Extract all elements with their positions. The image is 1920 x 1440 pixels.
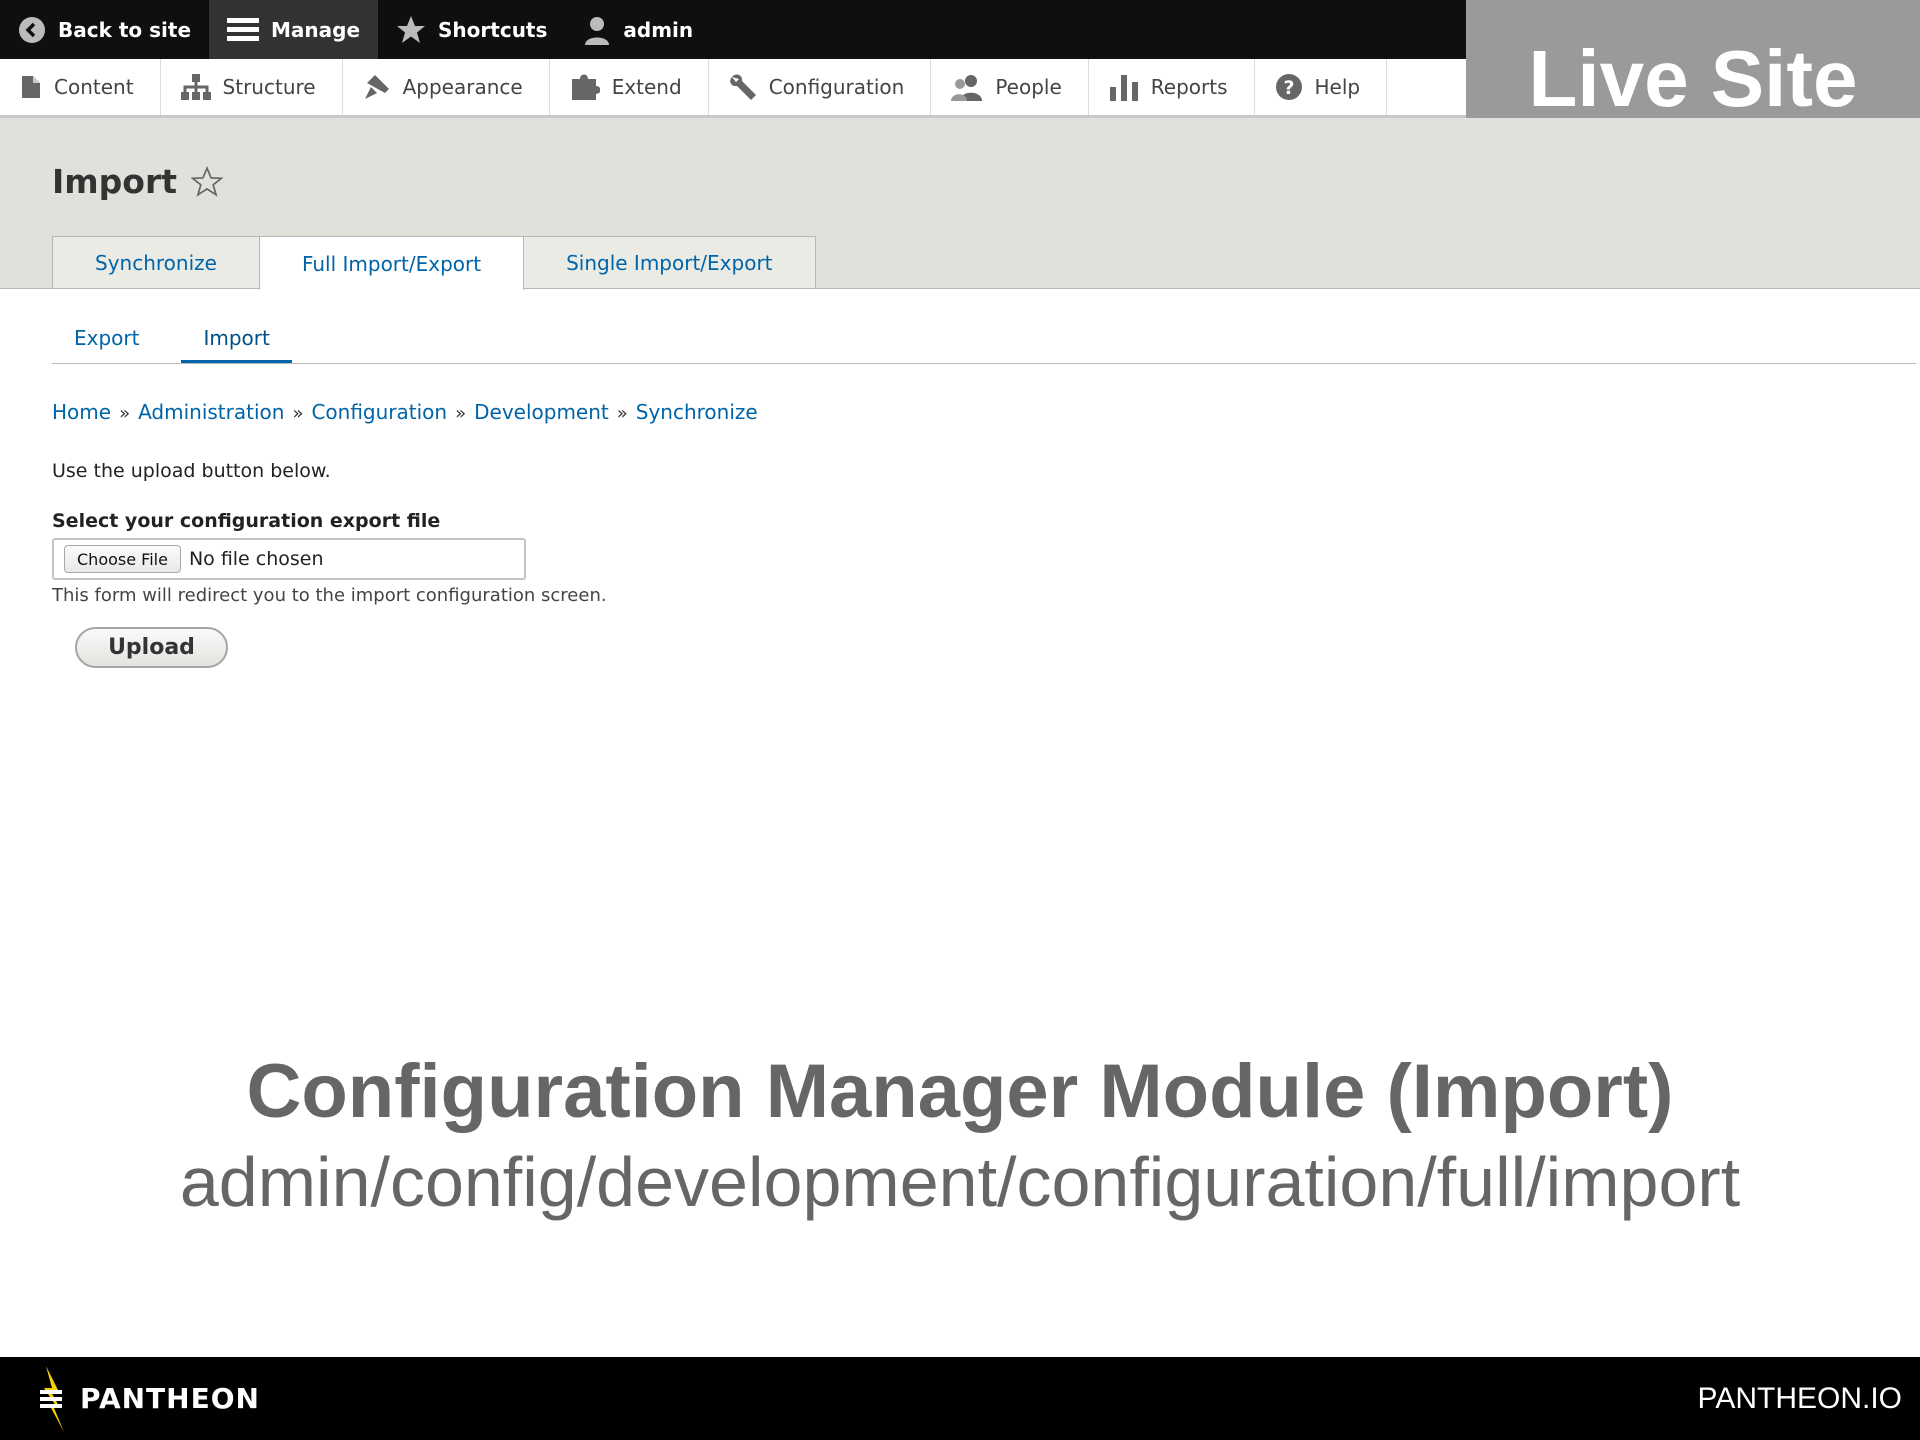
breadcrumb-administration[interactable]: Administration bbox=[138, 400, 284, 424]
star-icon bbox=[397, 15, 426, 43]
page-title: Import bbox=[52, 162, 224, 201]
structure-icon bbox=[180, 74, 211, 100]
back-to-site-label: Back to site bbox=[58, 17, 192, 42]
tray-label-structure: Structure bbox=[222, 75, 316, 99]
no-file-chosen-text: No file chosen bbox=[188, 548, 324, 570]
footer-url[interactable]: PANTHEON.IO bbox=[1698, 1357, 1902, 1440]
brush-icon bbox=[364, 75, 389, 99]
page-title-text: Import bbox=[52, 162, 178, 201]
breadcrumb-separator: » bbox=[292, 403, 304, 424]
svg-text:?: ? bbox=[1283, 77, 1294, 99]
bar-chart-icon bbox=[1109, 75, 1138, 101]
page-icon bbox=[22, 76, 40, 98]
tray-label-extend: Extend bbox=[611, 75, 682, 99]
tray-item-extend[interactable]: Extend bbox=[550, 59, 709, 115]
wrench-icon bbox=[729, 74, 756, 100]
user-tab[interactable]: admin bbox=[565, 0, 711, 59]
tab-export[interactable]: Export bbox=[52, 320, 161, 363]
brand-name: PANTHEON bbox=[80, 1382, 260, 1415]
field-help-text: This form will redirect you to the impor… bbox=[52, 585, 607, 606]
pantheon-logo: PANTHEON bbox=[38, 1357, 260, 1440]
primary-tabs: Synchronize Full Import/Export Single Im… bbox=[52, 236, 816, 290]
shortcut-star-icon[interactable] bbox=[191, 165, 224, 198]
tray-item-reports[interactable]: Reports bbox=[1089, 59, 1255, 115]
admin-tray: Content Structure Appearance Extend Conf… bbox=[0, 59, 1466, 118]
back-to-site-link[interactable]: Back to site bbox=[0, 0, 209, 59]
shortcuts-label: Shortcuts bbox=[438, 17, 548, 42]
tray-item-content[interactable]: Content bbox=[0, 59, 161, 115]
tray-item-appearance[interactable]: Appearance bbox=[343, 59, 550, 115]
tray-item-help[interactable]: ? Help bbox=[1255, 59, 1388, 115]
menu-icon bbox=[227, 17, 260, 41]
manage-label: Manage bbox=[271, 17, 361, 42]
tray-label-configuration: Configuration bbox=[768, 75, 905, 99]
tray-label-content: Content bbox=[54, 75, 134, 99]
file-upload-input[interactable]: Choose File No file chosen bbox=[52, 538, 526, 580]
manage-tab[interactable]: Manage bbox=[209, 0, 379, 59]
people-icon bbox=[951, 75, 983, 101]
secondary-tabs: Export Import bbox=[52, 320, 1916, 364]
tab-single-import-export[interactable]: Single Import/Export bbox=[523, 236, 816, 288]
tray-label-appearance: Appearance bbox=[402, 75, 523, 99]
slide-caption-path: admin/config/development/configuration/f… bbox=[179, 1143, 1741, 1221]
admin-toolbar: Back to site Manage Shortcuts admin bbox=[0, 0, 1466, 59]
page-header: Import Synchronize Full Import/Export Si… bbox=[0, 118, 1920, 290]
breadcrumb-separator: » bbox=[616, 403, 628, 424]
tab-synchronize[interactable]: Synchronize bbox=[52, 236, 260, 288]
tray-item-configuration[interactable]: Configuration bbox=[709, 59, 932, 115]
tray-item-people[interactable]: People bbox=[931, 59, 1089, 115]
breadcrumb-synchronize[interactable]: Synchronize bbox=[636, 400, 758, 424]
breadcrumb: Home » Administration » Configuration » Develo… bbox=[52, 400, 758, 424]
tray-item-structure[interactable]: Structure bbox=[161, 59, 343, 115]
tray-label-help: Help bbox=[1314, 75, 1361, 99]
user-label: admin bbox=[623, 17, 694, 42]
breadcrumb-separator: » bbox=[119, 403, 131, 424]
user-icon bbox=[585, 16, 610, 45]
choose-file-button[interactable]: Choose File bbox=[64, 545, 181, 573]
shortcuts-tab[interactable]: Shortcuts bbox=[378, 0, 565, 59]
tab-import[interactable]: Import bbox=[181, 320, 292, 363]
back-arrow-icon bbox=[19, 16, 45, 43]
help-icon: ? bbox=[1275, 74, 1302, 100]
breadcrumb-home[interactable]: Home bbox=[52, 400, 111, 424]
upload-button[interactable]: Upload bbox=[75, 627, 228, 668]
breadcrumb-configuration[interactable]: Configuration bbox=[311, 400, 447, 424]
file-field-label: Select your configuration export file bbox=[52, 510, 441, 532]
tab-full-import-export[interactable]: Full Import/Export bbox=[258, 236, 525, 290]
tray-label-reports: Reports bbox=[1150, 75, 1228, 99]
pantheon-bolt-icon bbox=[40, 1365, 64, 1432]
tray-label-people: People bbox=[995, 75, 1062, 99]
breadcrumb-development[interactable]: Development bbox=[474, 400, 609, 424]
slide-footer: PANTHEON PANTHEON.IO bbox=[0, 1357, 1920, 1440]
slide-caption-title: Configuration Manager Module (Import) bbox=[246, 1049, 1674, 1134]
breadcrumb-separator: » bbox=[455, 403, 467, 424]
puzzle-icon bbox=[571, 74, 600, 100]
description-text: Use the upload button below. bbox=[52, 460, 331, 482]
